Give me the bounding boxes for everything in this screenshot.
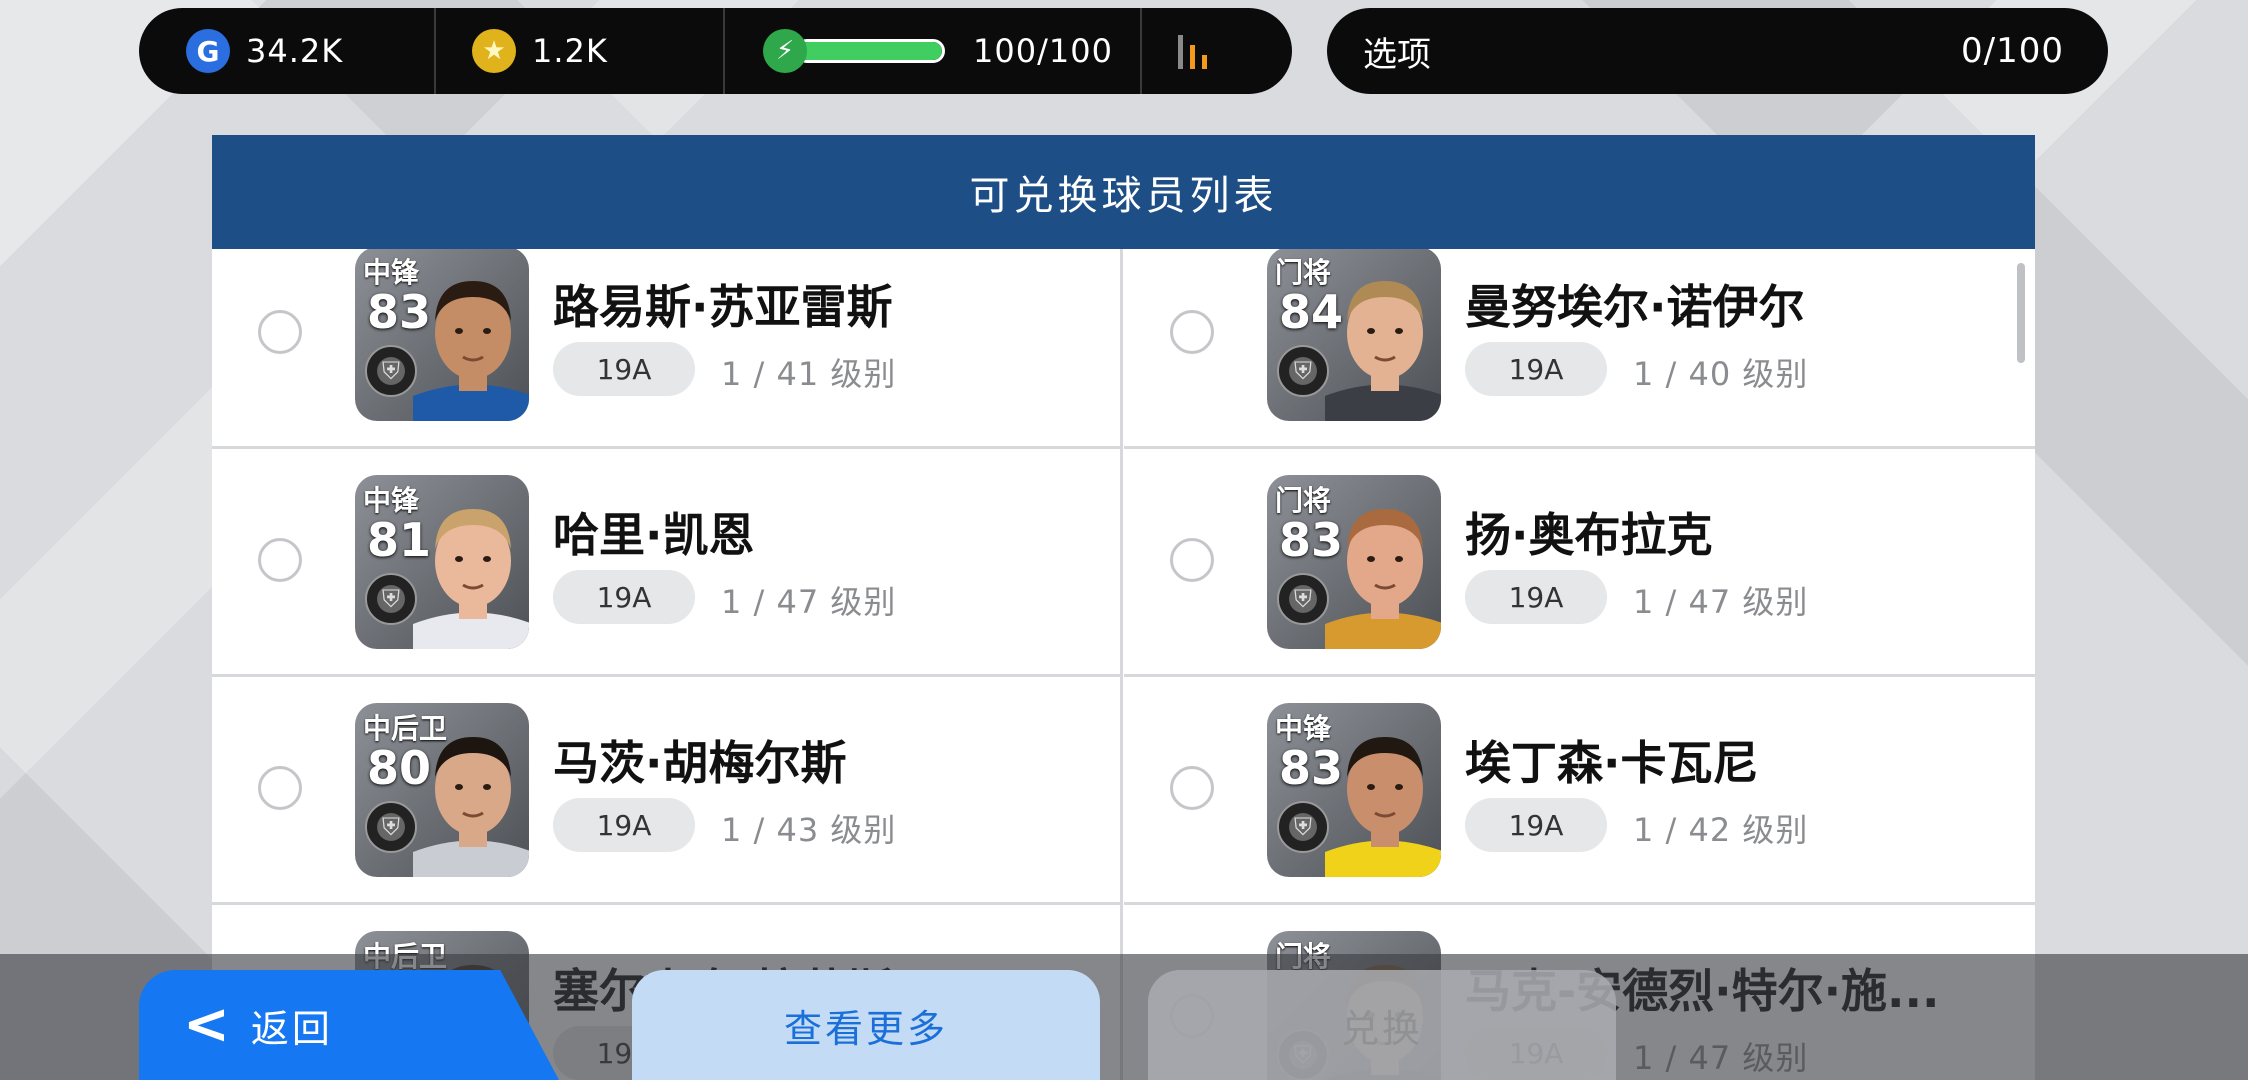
player-level: 1 / 42 级别	[1633, 811, 1809, 849]
player-cell[interactable]: 中锋 83 ⛨ 埃丁森·卡瓦尼 19A 1 / 42 级别	[1124, 677, 2035, 905]
chevron-left-icon: <	[183, 992, 233, 1057]
player-tag: 19A	[553, 798, 695, 852]
energy-bar	[795, 39, 945, 63]
energy-bar-fill	[798, 42, 942, 60]
player-card[interactable]: 门将 83 ⛨	[1267, 475, 1441, 649]
club-badge-icon: ⛨	[365, 801, 417, 853]
player-cell[interactable]: 中后卫 80 ⛨ 马茨·胡梅尔斯 19A 1 / 43 级别	[212, 677, 1123, 905]
player-rating: 83	[1279, 513, 1344, 567]
player-card[interactable]: 门将 84 ⛨	[1267, 249, 1441, 421]
player-rating: 84	[1279, 285, 1344, 339]
player-cell[interactable]: 中锋 83 ⛨ 路易斯·苏亚雷斯 19A 1 / 41 级别	[212, 249, 1123, 449]
player-cell[interactable]: 中锋 81 ⛨ 哈里·凯恩 19A 1 / 47 级别	[212, 449, 1123, 677]
back-button[interactable]: < 返回	[139, 970, 559, 1080]
player-rating: 81	[367, 513, 432, 567]
player-level: 1 / 41 级别	[721, 355, 897, 393]
club-badge-icon: ⛨	[1277, 345, 1329, 397]
player-rating: 83	[367, 285, 432, 339]
connection-status[interactable]	[1142, 8, 1292, 94]
star-coin-icon: ★	[472, 29, 516, 73]
player-level: 1 / 47 级别	[721, 583, 897, 621]
exchange-label: 兑换	[1340, 1006, 1423, 1051]
select-radio[interactable]	[258, 538, 302, 582]
select-radio[interactable]	[1170, 766, 1214, 810]
gp-value: 34.2K	[246, 32, 344, 70]
select-radio[interactable]	[258, 766, 302, 810]
player-card[interactable]: 中锋 83 ⛨	[1267, 703, 1441, 877]
player-name: 马茨·胡梅尔斯	[553, 736, 847, 790]
player-card[interactable]: 中后卫 80 ⛨	[355, 703, 529, 877]
player-tag: 19A	[553, 342, 695, 396]
player-name: 路易斯·苏亚雷斯	[553, 280, 893, 334]
club-badge-icon: ⛨	[1277, 573, 1329, 625]
energy-value: 100/100	[973, 32, 1113, 70]
g-coin-icon: G	[186, 29, 230, 73]
coin-balance[interactable]: ★ 1.2K	[436, 8, 725, 94]
player-tag: 19A	[1465, 798, 1607, 852]
player-name: 扬·奥布拉克	[1465, 508, 1713, 562]
scrollbar-thumb[interactable]	[2017, 263, 2025, 363]
gp-balance[interactable]: G 34.2K	[139, 8, 436, 94]
resource-bar: G 34.2K ★ 1.2K ⚡ 100/100	[139, 8, 1292, 94]
view-more-label: 查看更多	[783, 1006, 948, 1051]
energy-meter[interactable]: ⚡ 100/100	[725, 8, 1142, 94]
view-more-button[interactable]: 查看更多	[632, 970, 1100, 1080]
player-level: 1 / 40 级别	[1633, 355, 1809, 393]
player-rating: 83	[1279, 741, 1344, 795]
player-name: 曼努埃尔·诺伊尔	[1465, 280, 1805, 334]
options-bar[interactable]: 选项 0/100	[1327, 8, 2108, 94]
player-card[interactable]: 中锋 81 ⛨	[355, 475, 529, 649]
player-rating: 80	[367, 741, 432, 795]
player-tag: 19A	[1465, 342, 1607, 396]
options-label: 选项	[1363, 34, 1431, 75]
player-cell[interactable]: 门将 83 ⛨ 扬·奥布拉克 19A 1 / 47 级别	[1124, 449, 2035, 677]
player-level: 1 / 43 级别	[721, 811, 897, 849]
lightning-bolt-icon: ⚡	[763, 29, 807, 73]
player-name: 埃丁森·卡瓦尼	[1465, 736, 1759, 790]
select-radio[interactable]	[258, 310, 302, 354]
back-button-label: 返回	[250, 1006, 333, 1051]
select-radio[interactable]	[1170, 538, 1214, 582]
player-tag: 19A	[553, 570, 695, 624]
player-cell[interactable]: 门将 84 ⛨ 曼努埃尔·诺伊尔 19A 1 / 40 级别	[1124, 249, 2035, 449]
player-level: 1 / 47 级别	[1633, 583, 1809, 621]
signal-strength-icon	[1178, 33, 1207, 69]
club-badge-icon: ⛨	[365, 573, 417, 625]
panel-title: 可兑换球员列表	[212, 135, 2035, 249]
select-radio[interactable]	[1170, 310, 1214, 354]
coin-value: 1.2K	[532, 32, 608, 70]
player-name: 哈里·凯恩	[553, 508, 755, 562]
club-badge-icon: ⛨	[1277, 801, 1329, 853]
club-badge-icon: ⛨	[365, 345, 417, 397]
player-card[interactable]: 中锋 83 ⛨	[355, 249, 529, 421]
player-tag: 19A	[1465, 570, 1607, 624]
options-count: 0/100	[1961, 31, 2064, 71]
exchange-button[interactable]: 兑换	[1148, 970, 1616, 1080]
